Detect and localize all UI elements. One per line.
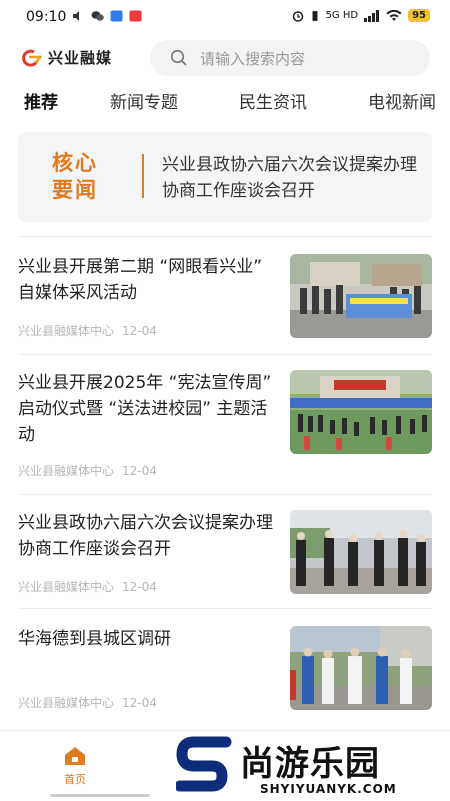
news-thumbnail	[290, 370, 432, 454]
home-icon	[65, 747, 85, 765]
search-bar[interactable]: 请输入搜索内容	[150, 40, 430, 76]
status-bar: 09:10 5G HD 95	[0, 0, 450, 36]
headline-card[interactable]: 核心 要闻 兴业县政协六届六次会议提案办理协商工作座谈会召开	[18, 132, 432, 222]
app-logo[interactable]: 兴业融媒	[20, 47, 112, 68]
watermark: 尚游乐园 SHYIYUANYK.COM	[170, 734, 450, 800]
divider	[18, 608, 432, 609]
signal-icon	[364, 9, 380, 22]
news-meta: 兴业县融媒体中心 12-04	[18, 578, 157, 595]
news-thumbnail	[290, 510, 432, 594]
news-meta: 兴业县融媒体中心 12-04	[18, 322, 157, 339]
tab-news-topics[interactable]: 新闻专题	[110, 88, 178, 113]
wifi-icon	[386, 9, 402, 21]
app-red-icon	[129, 10, 142, 22]
news-item[interactable]: 兴业县开展第二期 “网眼看兴业” 自媒体采风活动 兴业县融媒体中心 12-04	[18, 254, 432, 340]
watermark-text: 尚游乐园	[240, 744, 380, 784]
news-date: 12-04	[122, 324, 157, 338]
news-source: 兴业县融媒体中心	[18, 580, 115, 594]
search-placeholder: 请输入搜索内容	[200, 49, 306, 68]
divider	[18, 354, 432, 355]
divider	[142, 154, 144, 198]
news-source: 兴业县融媒体中心	[18, 696, 115, 710]
tab-recommend[interactable]: 推荐	[24, 88, 58, 113]
notification-icons	[72, 10, 142, 22]
news-date: 12-04	[122, 464, 157, 478]
divider	[18, 494, 432, 495]
news-meta: 兴业县融媒体中心 12-04	[18, 694, 157, 711]
sound-icon	[73, 11, 79, 21]
news-source: 兴业县融媒体中心	[18, 464, 115, 478]
search-icon	[170, 49, 187, 66]
battery-level: 95	[408, 9, 430, 22]
core-label-line1: 核心	[52, 151, 98, 175]
news-thumbnail	[290, 626, 432, 710]
tab-tv-news[interactable]: 电视新闻	[368, 88, 436, 113]
alarm-icon	[292, 10, 303, 22]
news-thumbnail	[290, 254, 432, 338]
category-tabs: 推荐 新闻专题 民生资讯 电视新闻	[0, 86, 450, 118]
watermark-logo-icon	[176, 736, 232, 792]
nav-home-label: 首页	[64, 773, 86, 786]
app-name: 兴业融媒	[48, 49, 113, 67]
watermark-url: SHYIYUANYK.COM	[260, 782, 397, 796]
core-label-line2: 要闻	[52, 178, 98, 202]
news-item[interactable]: 兴业县开展2025年 “宪法宣传周” 启动仪式暨 “送法进校园” 主题活动 兴业…	[18, 370, 432, 480]
app-icon	[110, 10, 123, 22]
headline-title: 兴业县政协六届六次会议提案办理协商工作座谈会召开	[162, 155, 417, 201]
news-source: 兴业县融媒体中心	[18, 324, 115, 338]
news-title: 兴业县开展第二期 “网眼看兴业” 自媒体采风活动	[18, 257, 263, 303]
news-title: 兴业县政协六届六次会议提案办理协商工作座谈会召开	[18, 513, 273, 559]
news-item[interactable]: 兴业县政协六届六次会议提案办理协商工作座谈会召开 兴业县融媒体中心 12-04	[18, 510, 432, 596]
network-type: 5G HD	[325, 10, 359, 21]
news-title: 华海德到县城区调研	[18, 629, 171, 649]
app-header: 兴业融媒 请输入搜索内容	[0, 38, 450, 78]
news-date: 12-04	[122, 580, 157, 594]
logo-icon	[22, 49, 42, 67]
news-meta: 兴业县融媒体中心 12-04	[18, 462, 157, 479]
vibrate-icon	[312, 10, 318, 21]
core-news-label: 核心 要闻	[52, 150, 112, 204]
wechat-icon	[91, 11, 104, 21]
news-item[interactable]: 华海德到县城区调研 兴业县融媒体中心 12-04	[18, 626, 432, 712]
news-date: 12-04	[122, 696, 157, 710]
gesture-bar	[50, 794, 150, 797]
nav-home[interactable]: 首页	[50, 745, 100, 787]
status-time: 09:10	[26, 9, 67, 25]
status-right: 5G HD 95	[292, 9, 430, 22]
tab-livelihood[interactable]: 民生资讯	[239, 88, 307, 113]
news-title: 兴业县开展2025年 “宪法宣传周” 启动仪式暨 “送法进校园” 主题活动	[18, 373, 272, 445]
divider	[18, 236, 432, 237]
